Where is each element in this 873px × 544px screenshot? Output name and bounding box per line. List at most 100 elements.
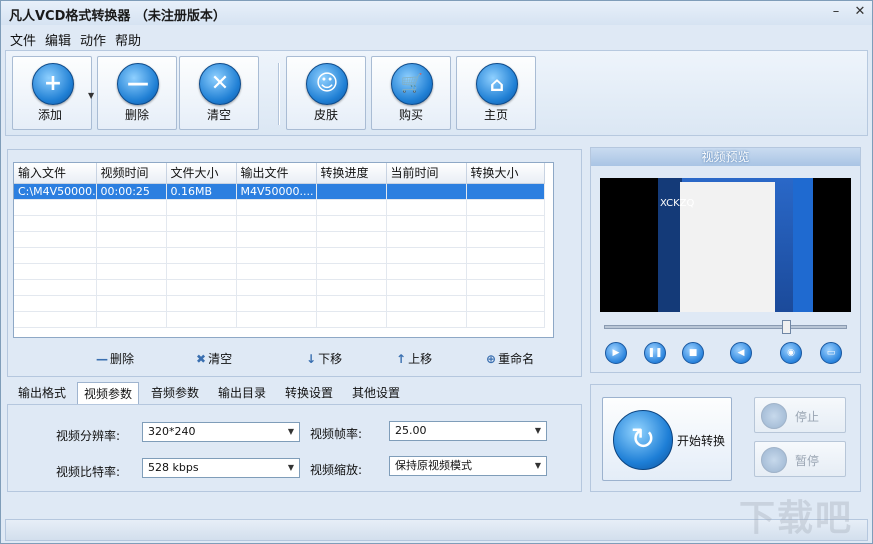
minus-icon: — [117,63,159,105]
list-clear-label: 清空 [208,352,233,366]
bitrate-label: 视频比特率: [56,465,121,479]
window-title: 凡人VCD格式转换器 （未注册版本） [9,9,226,24]
home-icon: ⌂ [476,63,518,105]
buy-button[interactable]: 🛒 购买 [371,56,451,130]
delete-label: 删除 [124,108,149,122]
table-scrollbar[interactable] [552,162,556,338]
cell-video-time: 00:00:25 [96,183,167,200]
close-button[interactable]: ✕ [851,4,869,20]
stop-button[interactable]: 停止 [754,397,846,433]
col-output-file[interactable]: 输出文件 [236,163,317,184]
tab-output-dir[interactable]: 输出目录 [210,382,274,404]
cell-file-size: 0.16MB [166,183,237,200]
tab-video-params[interactable]: 视频参数 [77,382,139,404]
rename-button[interactable]: ⊕ 重命名 [486,350,534,367]
col-video-time[interactable]: 视频时间 [96,163,167,184]
settings-tabs: 输出格式 视频参数 音频参数 输出目录 转换设置 其他设置 [7,382,582,404]
stop-icon [761,403,787,429]
chevron-down-icon: ▼ [287,463,294,472]
tab-other-settings[interactable]: 其他设置 [344,382,408,404]
add-button[interactable]: + 添加 ▼ [12,56,94,130]
folder-icon[interactable]: ▭ [820,342,842,364]
seek-bar[interactable] [604,320,847,334]
delete-button[interactable]: — 删除 [97,56,177,130]
pause-label: 暂停 [795,454,820,468]
title-bar: 凡人VCD格式转换器 （未注册版本） – ✕ [1,1,872,25]
resolution-select[interactable]: 320*240 ▼ [142,422,300,442]
home-button[interactable]: ⌂ 主页 [456,56,536,130]
cell-input-file: C:\M4V50000... [14,183,97,200]
pause-icon [761,447,787,473]
table-row [14,231,545,248]
start-convert-button[interactable]: ↻ 开始转换 [602,397,732,481]
cell-output-file: M4V50000.... [236,183,317,200]
resolution-label: 视频分辨率: [56,429,121,443]
table-header-row: 输入文件 视频时间 文件大小 输出文件 转换进度 当前时间 转换大小 [14,163,545,184]
bitrate-value: 528 kbps [148,461,199,474]
move-up-label: 上移 [408,352,433,366]
refresh-arrow-icon: ↻ [613,410,673,470]
video-params-panel: 视频分辨率: 320*240 ▼ 视频帧率: 25.00 ▼ 视频比特率: 52… [7,404,582,492]
start-convert-label: 开始转换 [677,434,726,448]
pause-icon[interactable]: ❚❚ [644,342,666,364]
rename-label: 重命名 [498,352,535,366]
col-converted-size[interactable]: 转换大小 [466,163,545,184]
list-delete-button[interactable]: — 删除 [96,350,134,367]
table-row [14,199,545,216]
chevron-down-icon: ▼ [534,426,541,435]
move-up-button[interactable]: ↑ 上移 [396,350,432,367]
scale-label: 视频缩放: [310,463,363,477]
x-icon: ✖ [196,352,207,366]
scale-select[interactable]: 保持原视频模式 ▼ [389,456,547,476]
volume-icon[interactable]: ◀ [730,342,752,364]
menu-help[interactable]: 帮助 [115,30,141,49]
table-row [14,311,545,328]
toolbar: + 添加 ▼ — 删除 ✕ 清空 ☺ 皮肤 🛒 购买 ⌂ 主页 [5,50,868,136]
arrow-up-icon: ↑ [396,352,407,366]
preview-screen: XCKZQ [600,178,851,312]
tab-output-format[interactable]: 输出格式 [9,382,75,404]
convert-panel: ↻ 开始转换 停止 暂停 [590,384,861,492]
framerate-label: 视频帧率: [310,427,363,441]
framerate-select[interactable]: 25.00 ▼ [389,421,547,441]
tab-audio-params[interactable]: 音频参数 [143,382,207,404]
minimize-button[interactable]: – [827,4,845,20]
pause-button[interactable]: 暂停 [754,441,846,477]
stop-icon[interactable]: ■ [682,342,704,364]
menu-action[interactable]: 动作 [80,30,106,49]
menu-file[interactable]: 文件 [10,30,36,49]
cart-icon: 🛒 [391,63,433,105]
framerate-value: 25.00 [395,424,427,437]
bitrate-select[interactable]: 528 kbps ▼ [142,458,300,478]
play-icon[interactable]: ▶ [605,342,627,364]
chevron-down-icon: ▼ [287,427,294,436]
table-row [14,295,545,312]
crosshair-icon: ⊕ [486,352,497,366]
move-down-button[interactable]: ↓ 下移 [306,350,342,367]
cell-current-time [386,183,467,200]
seek-handle[interactable] [782,320,791,334]
skin-button[interactable]: ☺ 皮肤 [286,56,366,130]
table-row [14,215,545,232]
move-down-label: 下移 [318,352,343,366]
table-row [14,279,545,296]
table-row [14,263,545,280]
preview-title: 视频预览 [591,148,860,166]
clear-button[interactable]: ✕ 清空 [179,56,259,130]
col-progress[interactable]: 转换进度 [316,163,387,184]
scale-value: 保持原视频模式 [395,459,472,472]
video-preview-panel: 视频预览 XCKZQ ▶ ❚❚ ■ ◀ ◉ ▭ [590,147,861,373]
table-row[interactable]: C:\M4V50000... 00:00:25 0.16MB M4V50000.… [14,183,545,200]
chevron-down-icon: ▼ [534,461,541,470]
minus-icon: — [96,352,108,366]
menu-edit[interactable]: 编辑 [45,30,71,49]
dropdown-arrow-icon[interactable]: ▼ [88,91,94,100]
list-delete-label: 删除 [110,352,135,366]
col-input-file[interactable]: 输入文件 [14,163,97,184]
file-table[interactable]: 输入文件 视频时间 文件大小 输出文件 转换进度 当前时间 转换大小 C:\M4… [13,162,554,338]
tab-convert-settings[interactable]: 转换设置 [277,382,341,404]
col-current-time[interactable]: 当前时间 [386,163,467,184]
list-clear-button[interactable]: ✖ 清空 [196,350,232,367]
camera-icon[interactable]: ◉ [780,342,802,364]
col-file-size[interactable]: 文件大小 [166,163,237,184]
